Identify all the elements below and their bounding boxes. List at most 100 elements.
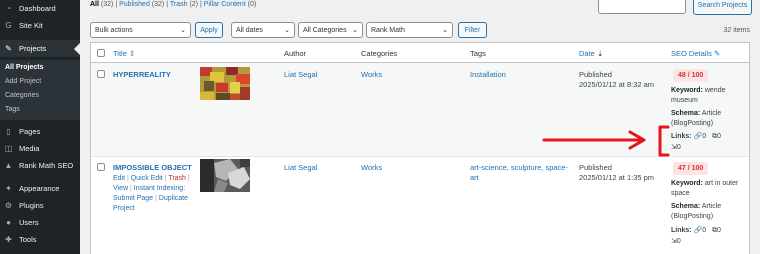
sidebar-item-users[interactable]: ● Users [0, 214, 80, 230]
internal-links-count: 0 [702, 227, 707, 234]
filter-separator: | [166, 1, 169, 8]
rank-math-value: Rank Math [371, 26, 405, 34]
incoming-links-count: 0 [676, 238, 681, 245]
project-title-link[interactable]: HYPERREALITY [113, 70, 171, 79]
author-link[interactable]: Liat Segal [284, 70, 317, 79]
sidebar-item-projects[interactable]: ✎ Projects [0, 40, 80, 57]
filter-separator: | [115, 1, 118, 8]
column-title-label: Title [113, 49, 127, 58]
row-checkbox[interactable] [97, 70, 105, 78]
dates-value: All dates [236, 26, 263, 34]
column-categories: Categories [361, 49, 398, 58]
users-icon: ● [6, 217, 11, 227]
categories-select[interactable]: All Categories ⌄ [298, 22, 363, 38]
incoming-links-count: 0 [676, 144, 681, 151]
submenu-all-projects[interactable]: All Projects [5, 64, 44, 71]
internal-links-count: 0 [702, 133, 707, 140]
sidebar-item-pages[interactable]: ▯ Pages [0, 123, 80, 139]
column-seo-details[interactable]: SEO Details ✎ [671, 49, 720, 58]
schema-label: Schema: [671, 110, 701, 117]
tag-links[interactable]: art-science, sculpture, space-art [470, 163, 570, 183]
column-date[interactable]: Date ⇣ [579, 49, 603, 58]
filter-pillar-content[interactable]: Pillar Content [204, 1, 246, 8]
sidebar-item-label: Pages [19, 126, 41, 136]
column-title[interactable]: Title ⇕ [113, 49, 135, 58]
edit-action[interactable]: Edit [113, 175, 125, 182]
appearance-icon: ✦ [5, 183, 12, 193]
sidebar-item-label: Users [19, 217, 39, 227]
media-icon: ◫ [4, 143, 13, 153]
filter-pillar-count: (0) [247, 1, 257, 8]
category-link[interactable]: Works [361, 163, 382, 172]
project-title-link[interactable]: IMPOSSIBLE OBJECT [113, 163, 192, 172]
dates-select[interactable]: All dates ⌄ [231, 22, 295, 38]
column-date-label: Date [579, 49, 595, 58]
project-thumbnail[interactable] [200, 67, 250, 100]
sidebar-item-dashboard[interactable]: ◔ Dashboard [0, 0, 80, 16]
filter-trash[interactable]: Trash [170, 1, 188, 8]
post-date: 2025/01/12 at 1:35 pm [579, 173, 655, 182]
tools-icon: ✚ [5, 234, 12, 244]
post-status: Published [579, 163, 612, 172]
sidebar-item-appearance[interactable]: ✦ Appearance [0, 180, 80, 196]
bulk-actions-select[interactable]: Bulk actions ⌄ [90, 22, 191, 38]
submenu-tags[interactable]: Tags [5, 106, 20, 113]
rank-math-select[interactable]: Rank Math ⌄ [366, 22, 453, 38]
dashboard-icon: ◔ [6, 3, 11, 13]
sort-desc-icon: ⇣ [596, 49, 604, 58]
row-checkbox[interactable] [97, 163, 105, 171]
seo-links: Links: 🔗0 ⧉0 [671, 226, 721, 235]
sidebar-item-rank-math[interactable]: ▲ Rank Math SEO [0, 157, 80, 173]
action-separator: | [130, 185, 132, 192]
action-separator: | [155, 195, 157, 202]
sort-icon: ⇕ [128, 49, 136, 58]
column-tags: Tags [470, 49, 486, 58]
filter-all[interactable]: All [90, 1, 99, 8]
annotation-arrow [542, 125, 670, 157]
table-header: Title ⇕ Author Categories Tags Date ⇣ SE… [91, 43, 749, 63]
post-date: 2025/01/12 at 8:32 am [579, 80, 655, 89]
submenu-add-project[interactable]: Add Project [5, 78, 41, 85]
sidebar-item-label: Rank Math SEO [19, 160, 74, 170]
column-author: Author [284, 49, 307, 58]
tag-link[interactable]: Installation [470, 70, 506, 79]
search-input[interactable] [598, 0, 686, 14]
instant-indexing-label: Instant Indexing: [133, 185, 186, 192]
seo-keyword: Keyword: art in outer space [671, 179, 743, 199]
plugins-icon: ⚙ [4, 200, 13, 210]
view-action[interactable]: View [113, 185, 128, 192]
links-label: Links: [671, 227, 692, 234]
sidebar-item-label: Tools [19, 234, 37, 244]
seo-schema: Schema: Article (BlogPosting) [671, 202, 743, 222]
internal-link-icon: 🔗 [693, 133, 703, 140]
edit-pencil-icon: ✎ [713, 49, 721, 58]
sidebar-item-tools[interactable]: ✚ Tools [0, 231, 80, 247]
category-link[interactable]: Works [361, 70, 382, 79]
action-separator: | [187, 175, 190, 182]
sidebar-item-plugins[interactable]: ⚙ Plugins [0, 197, 80, 213]
row-actions: Edit | Quick Edit | Trash | View | Insta… [113, 174, 193, 214]
post-status: Published [579, 70, 612, 79]
admin-sidebar: ◔ Dashboard G Site Kit ✎ Projects All Pr… [0, 0, 80, 254]
pages-icon: ▯ [6, 126, 11, 136]
filter-published-count: (32) [151, 1, 165, 8]
select-all-checkbox[interactable] [97, 49, 105, 57]
external-links-count: 0 [717, 227, 721, 234]
sidebar-item-site-kit[interactable]: G Site Kit [0, 17, 80, 33]
quick-edit-action[interactable]: Quick Edit [131, 175, 163, 182]
submenu-categories[interactable]: Categories [5, 92, 39, 99]
item-count: 32 items [723, 27, 750, 34]
seo-incoming-links: ⇲0 [671, 143, 681, 151]
projects-submenu: All Projects Add Project Categories Tags [0, 60, 80, 120]
search-projects-button[interactable]: Search Projects [693, 0, 752, 15]
seo-links: Links: 🔗0 ⧉0 [671, 132, 721, 141]
submit-page-action[interactable]: Submit Page [113, 195, 153, 202]
seo-score-badge: 47 / 100 [673, 162, 709, 175]
sidebar-item-media[interactable]: ◫ Media [0, 140, 80, 156]
project-thumbnail[interactable] [200, 159, 250, 192]
filter-published[interactable]: Published [119, 1, 150, 8]
author-link[interactable]: Liat Segal [284, 163, 317, 172]
apply-button[interactable]: Apply [195, 22, 223, 38]
trash-action[interactable]: Trash [168, 175, 186, 182]
filter-button[interactable]: Filter [458, 22, 487, 38]
